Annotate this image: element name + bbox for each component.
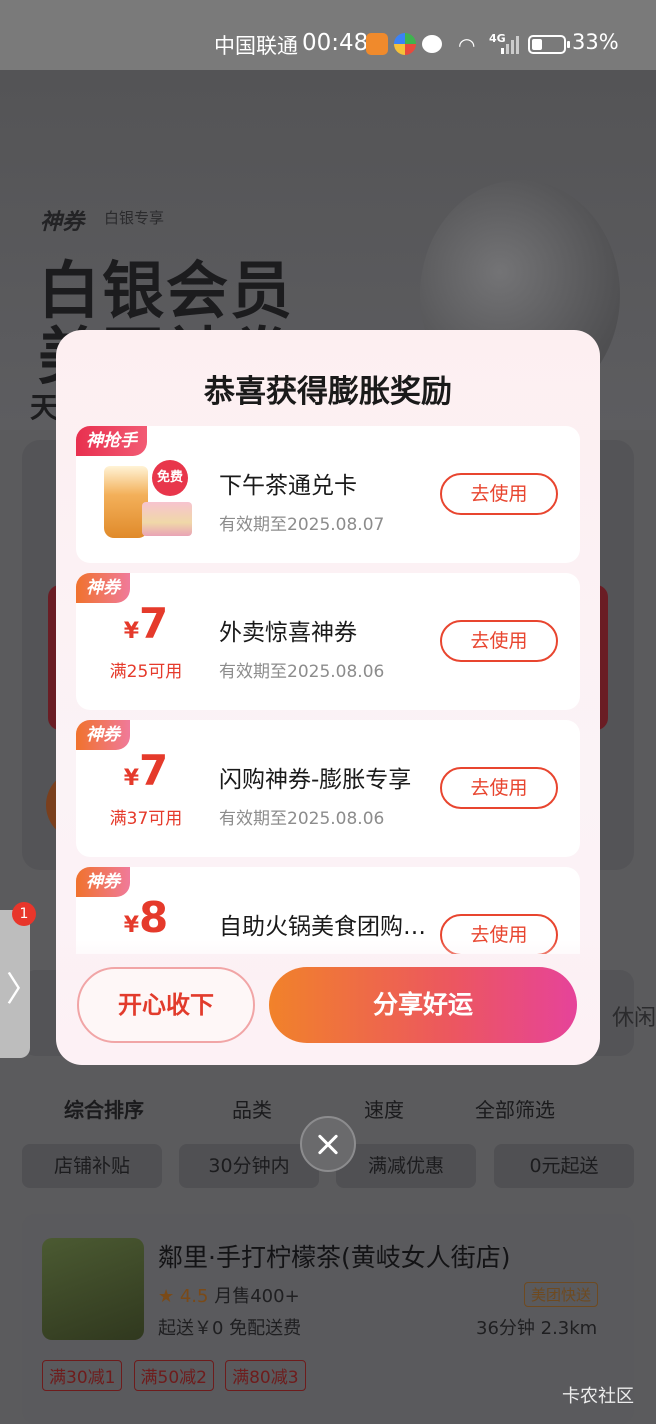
brand-sub-label: 白银专享 xyxy=(104,209,165,227)
currency-symbol: ¥ xyxy=(123,913,140,938)
coupon-condition: 满37可用 xyxy=(109,809,183,829)
filter-chip[interactable]: 30分钟内 xyxy=(179,1144,319,1188)
shop-rating: ★ 4.5 月售400+ xyxy=(158,1282,300,1308)
reward-list[interactable]: 神抢手 免费 下午茶通兑卡 有效期至2025.08.07 去使用 神券 ¥7 满… xyxy=(76,426,580,954)
sort-tab-default[interactable]: 综合排序 xyxy=(64,1094,144,1123)
filter-chip[interactable]: 满减优惠 xyxy=(336,1144,476,1188)
watermark: 卡农社区 xyxy=(562,1386,634,1407)
discount-tag: 满80减3 xyxy=(225,1360,306,1391)
coupon-condition: 满25可用 xyxy=(109,662,183,682)
reward-item: 神抢手 免费 下午茶通兑卡 有效期至2025.08.07 去使用 xyxy=(76,426,580,563)
use-button[interactable]: 去使用 xyxy=(440,767,558,809)
discount-tags: 满30减1 满50减2 满80减3 xyxy=(42,1360,312,1391)
sort-tab-all-filters[interactable]: 全部筛选 xyxy=(475,1094,555,1123)
filter-chip[interactable]: 店铺补贴 xyxy=(22,1144,162,1188)
currency-symbol: ¥ xyxy=(123,619,140,644)
filter-chip[interactable]: 0元起送 xyxy=(494,1144,634,1188)
rating-value: 4.5 xyxy=(179,1286,209,1307)
brand-label: 神券 xyxy=(40,210,85,235)
shop-thumbnail xyxy=(42,1238,144,1340)
star-icon: ★ xyxy=(158,1286,180,1307)
status-bar: 中国联通 00:48 ◠ 4G 33% xyxy=(0,0,656,70)
hero-title-line3: 天 xyxy=(30,391,59,424)
category-strip-label: 休闲 xyxy=(612,1006,656,1031)
currency-symbol: ¥ xyxy=(123,766,140,791)
reward-dialog: 恭喜获得膨胀奖励 神抢手 免费 下午茶通兑卡 有效期至2025.08.07 去使… xyxy=(56,330,600,1065)
side-expand-tab[interactable]: 〉 1 xyxy=(0,902,40,1058)
reward-name: 下午茶通兑卡 xyxy=(219,473,357,499)
free-badge: 免费 xyxy=(152,460,188,496)
delivery-badge: 美团快送 xyxy=(524,1282,599,1307)
amount-value: 8 xyxy=(139,893,169,942)
reward-corner-tag: 神抢手 xyxy=(76,426,147,456)
reward-validity: 有效期至2025.08.06 xyxy=(219,809,385,829)
monthly-sales: 月售400+ xyxy=(214,1286,300,1307)
app-notification-icon xyxy=(394,33,416,55)
chevron-right-icon: 〉 xyxy=(6,970,40,1010)
app-notification-icon xyxy=(366,33,388,55)
coupon-amount: ¥8 xyxy=(106,893,186,942)
signal-icon xyxy=(501,36,519,54)
wechat-icon xyxy=(422,35,442,53)
carrier-label: 中国联通 xyxy=(214,34,298,58)
discount-tag: 满50减2 xyxy=(133,1360,214,1391)
dialog-title: 恭喜获得膨胀奖励 xyxy=(204,374,452,410)
accept-button[interactable]: 开心收下 xyxy=(77,967,255,1043)
coupon-amount: ¥7 xyxy=(106,599,186,648)
notification-badge: 1 xyxy=(12,902,36,926)
cake-icon xyxy=(142,502,192,536)
reward-name: 闪购神券-膨胀专享 xyxy=(219,767,412,793)
wifi-icon: ◠ xyxy=(458,33,476,57)
shop-fee: 起送￥0 免配送费 xyxy=(158,1318,302,1339)
share-button[interactable]: 分享好运 xyxy=(269,967,577,1043)
reward-name: 自助火锅美食团购神券 xyxy=(219,914,434,940)
shop-card[interactable]: 鄰里·手打柠檬茶(黄岐女人街店) ★ 4.5 月售400+ 美团快送 起送￥0 … xyxy=(22,1214,634,1424)
use-button[interactable]: 去使用 xyxy=(440,473,558,515)
clock: 00:48 xyxy=(302,30,369,56)
sort-tab-speed[interactable]: 速度 xyxy=(364,1094,404,1123)
battery-icon xyxy=(528,35,570,54)
battery-percent: 33% xyxy=(572,30,619,54)
coupon-amount: ¥7 xyxy=(106,746,186,795)
close-icon[interactable] xyxy=(300,1116,356,1172)
sort-tab-category[interactable]: 品类 xyxy=(232,1094,272,1123)
reward-item: 神券 ¥7 满37可用 闪购神券-膨胀专享 有效期至2025.08.06 去使用 xyxy=(76,720,580,857)
afternoon-tea-image: 免费 xyxy=(102,456,192,542)
reward-validity: 有效期至2025.08.06 xyxy=(219,662,385,682)
shop-name: 鄰里·手打柠檬茶(黄岐女人街店) xyxy=(158,1243,511,1272)
use-button[interactable]: 去使用 xyxy=(440,620,558,662)
reward-name: 外卖惊喜神券 xyxy=(219,620,357,646)
amount-value: 7 xyxy=(139,599,169,648)
reward-item: 神券 ¥7 满25可用 外卖惊喜神券 有效期至2025.08.06 去使用 xyxy=(76,573,580,710)
reward-validity: 有效期至2025.08.07 xyxy=(219,515,385,535)
shop-eta: 36分钟 2.3km xyxy=(476,1318,598,1339)
amount-value: 7 xyxy=(139,746,169,795)
discount-tag: 满30减1 xyxy=(42,1360,123,1391)
